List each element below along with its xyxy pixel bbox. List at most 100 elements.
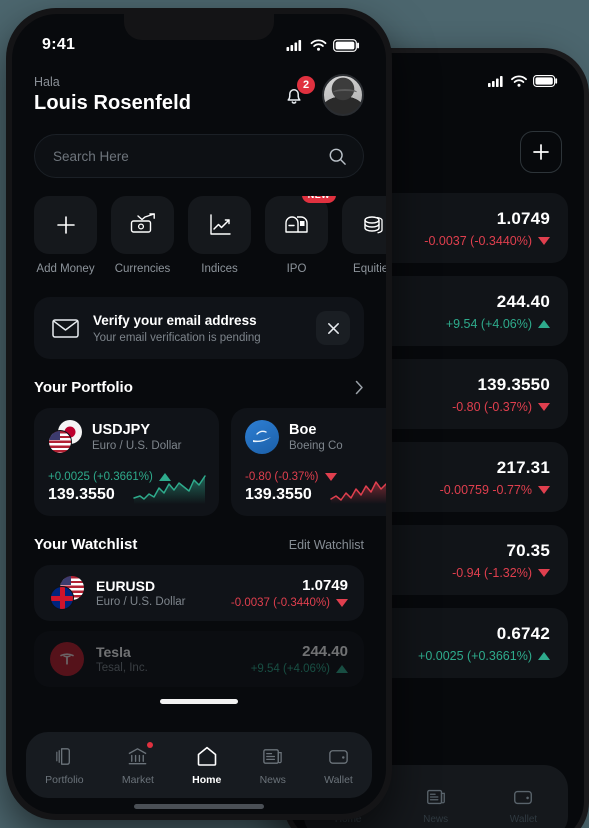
new-badge: NEW (301, 196, 336, 203)
back-tab-wallet[interactable]: Wallet (510, 786, 537, 825)
list-item-price: 1.0749 (302, 577, 348, 594)
back-tab-news[interactable]: News (423, 786, 448, 825)
search-input[interactable] (53, 148, 328, 164)
triangle-up-icon (336, 665, 348, 673)
row-change-text: -0.00759 -0.77% (439, 482, 532, 497)
card-name: Euro / U.S. Dollar (92, 440, 182, 452)
tab-wallet[interactable]: Wallet (324, 745, 353, 786)
search-icon[interactable] (328, 147, 347, 166)
quick-action-add-money[interactable]: Add Money (34, 196, 97, 275)
banner-close-button[interactable] (316, 311, 350, 345)
tab-market[interactable]: Market (122, 741, 154, 786)
watchlist-title: Your Watchlist (34, 536, 138, 553)
quick-action-equities[interactable]: Equities (342, 196, 386, 275)
tab-bar: Portfolio Market Home News Wallet (26, 732, 372, 798)
row-price: 70.35 (506, 540, 550, 560)
card-header: USDJPY Euro / U.S. Dollar (48, 420, 205, 454)
portfolio-card[interactable]: USDJPY Euro / U.S. Dollar +0.0025 (+0.36… (34, 408, 219, 516)
list-item-name: Tesal, Inc. (96, 662, 148, 674)
tab-news[interactable]: News (260, 745, 286, 786)
triangle-down-icon (336, 599, 348, 607)
list-item[interactable]: Tesla Tesal, Inc. 244.40 +9.54 (+4.06%) (34, 631, 364, 687)
card-header: Boe Boeing Co (245, 420, 386, 454)
watchlist-rows: EURUSD Euro / U.S. Dollar 1.0749 -0.0037… (34, 565, 364, 687)
greeting-label: Hala (34, 75, 60, 89)
quick-action-tile[interactable]: NEW (265, 196, 336, 254)
row-change-text: +0.0025 (+0.3661%) (418, 648, 532, 663)
card-name: Boeing Co (289, 440, 343, 452)
quick-action-tile[interactable] (111, 196, 174, 254)
triangle-up-icon (538, 651, 550, 660)
back-tab-label: News (423, 813, 449, 825)
row-change: +9.54 (+4.06%) (446, 317, 550, 331)
triangle-down-icon (538, 402, 550, 411)
tab-label: Wallet (324, 773, 353, 786)
tesla-logo-icon (50, 642, 84, 676)
sparkline-down (330, 481, 386, 504)
quick-action-tile[interactable] (342, 196, 386, 254)
row-change: -0.00759 -0.77% (440, 483, 550, 497)
row-change: -0.94 (-1.32%) (452, 566, 550, 580)
layers-icon (56, 747, 70, 765)
flag-pair-us-jp-icon (48, 420, 82, 454)
notch (124, 14, 274, 40)
list-item-stats: 244.40 +9.54 (+4.06%) (251, 643, 348, 675)
quick-action-tile[interactable] (34, 196, 97, 254)
watchlist-section-header: Your Watchlist Edit Watchlist (34, 536, 364, 553)
quick-action-ipo[interactable]: NEW IPO (265, 196, 336, 275)
newspaper-icon (426, 789, 445, 804)
row-price: 1.0749 (496, 208, 550, 228)
tesla-mark (60, 653, 74, 665)
list-item-change: +9.54 (+4.06%) (251, 663, 348, 675)
boeing-logo-icon (245, 420, 279, 454)
quick-action-label: IPO (286, 263, 307, 275)
row-change-text: +9.54 (+4.06%) (445, 316, 532, 331)
banner-text: Verify your email address Your email ver… (93, 313, 302, 344)
portfolio-title: Your Portfolio (34, 379, 133, 396)
quick-action-indices[interactable]: Indices (188, 196, 251, 275)
screenshot-stage: 1.0749 -0.0037 (-0.3440%) 244.40 +9.54 (… (0, 0, 589, 828)
sparkline-up (133, 475, 206, 504)
list-item-symbol: EURUSD (96, 578, 156, 594)
chevron-right-icon[interactable] (355, 380, 364, 395)
notifications-button[interactable]: 2 (280, 76, 315, 109)
wifi-icon (310, 39, 327, 51)
user-block: Hala Louis Rosenfeld (34, 75, 191, 115)
bank-icon (128, 747, 147, 764)
wallet-icon (329, 749, 348, 764)
quick-action-label: Indices (201, 263, 238, 275)
portfolio-card[interactable]: Boe Boeing Co -0.80 (-0.37%) 139.3550 (231, 408, 386, 516)
portfolio-section-header: Your Portfolio (34, 379, 364, 396)
quick-action-label: Currencies (114, 263, 171, 275)
notification-badge: 2 (297, 76, 315, 94)
flag-us (48, 430, 72, 454)
tab-home[interactable]: Home (192, 744, 221, 786)
wifi-icon (511, 75, 527, 87)
tab-portfolio[interactable]: Portfolio (45, 745, 84, 786)
triangle-down-icon (538, 236, 550, 245)
quick-action-currencies[interactable]: Currencies (111, 196, 174, 275)
line-chart-icon (209, 214, 231, 235)
card-titles: Boe Boeing Co (289, 422, 343, 452)
banner-title: Verify your email address (93, 312, 257, 328)
page-title: Louis Rosenfeld (34, 92, 192, 114)
back-add-button[interactable] (520, 131, 562, 173)
card-stats: -0.80 (-0.37%) 139.3550 (245, 471, 386, 504)
banner-subtitle: Your email verification is pending (93, 331, 261, 344)
avatar[interactable] (322, 74, 364, 116)
scroll-indicator (160, 699, 238, 704)
quick-action-tile[interactable] (188, 196, 251, 254)
edit-watchlist-button[interactable]: Edit Watchlist (289, 538, 364, 552)
plus-icon (56, 216, 75, 234)
newspaper-icon (263, 748, 282, 764)
card-change-text: -0.80 (-0.37%) (245, 471, 319, 483)
row-change-text: -0.0037 (-0.3440%) (424, 233, 532, 248)
search-bar[interactable] (34, 134, 364, 178)
flag-gb (50, 586, 74, 610)
envelope-icon (52, 318, 79, 338)
status-badge (146, 741, 153, 748)
banknote-chart-icon (130, 213, 155, 233)
header-row: Hala Louis Rosenfeld 2 (34, 74, 364, 116)
row-change: +0.0025 (+0.3661%) (418, 649, 550, 663)
list-item[interactable]: EURUSD Euro / U.S. Dollar 1.0749 -0.0037… (34, 565, 364, 621)
